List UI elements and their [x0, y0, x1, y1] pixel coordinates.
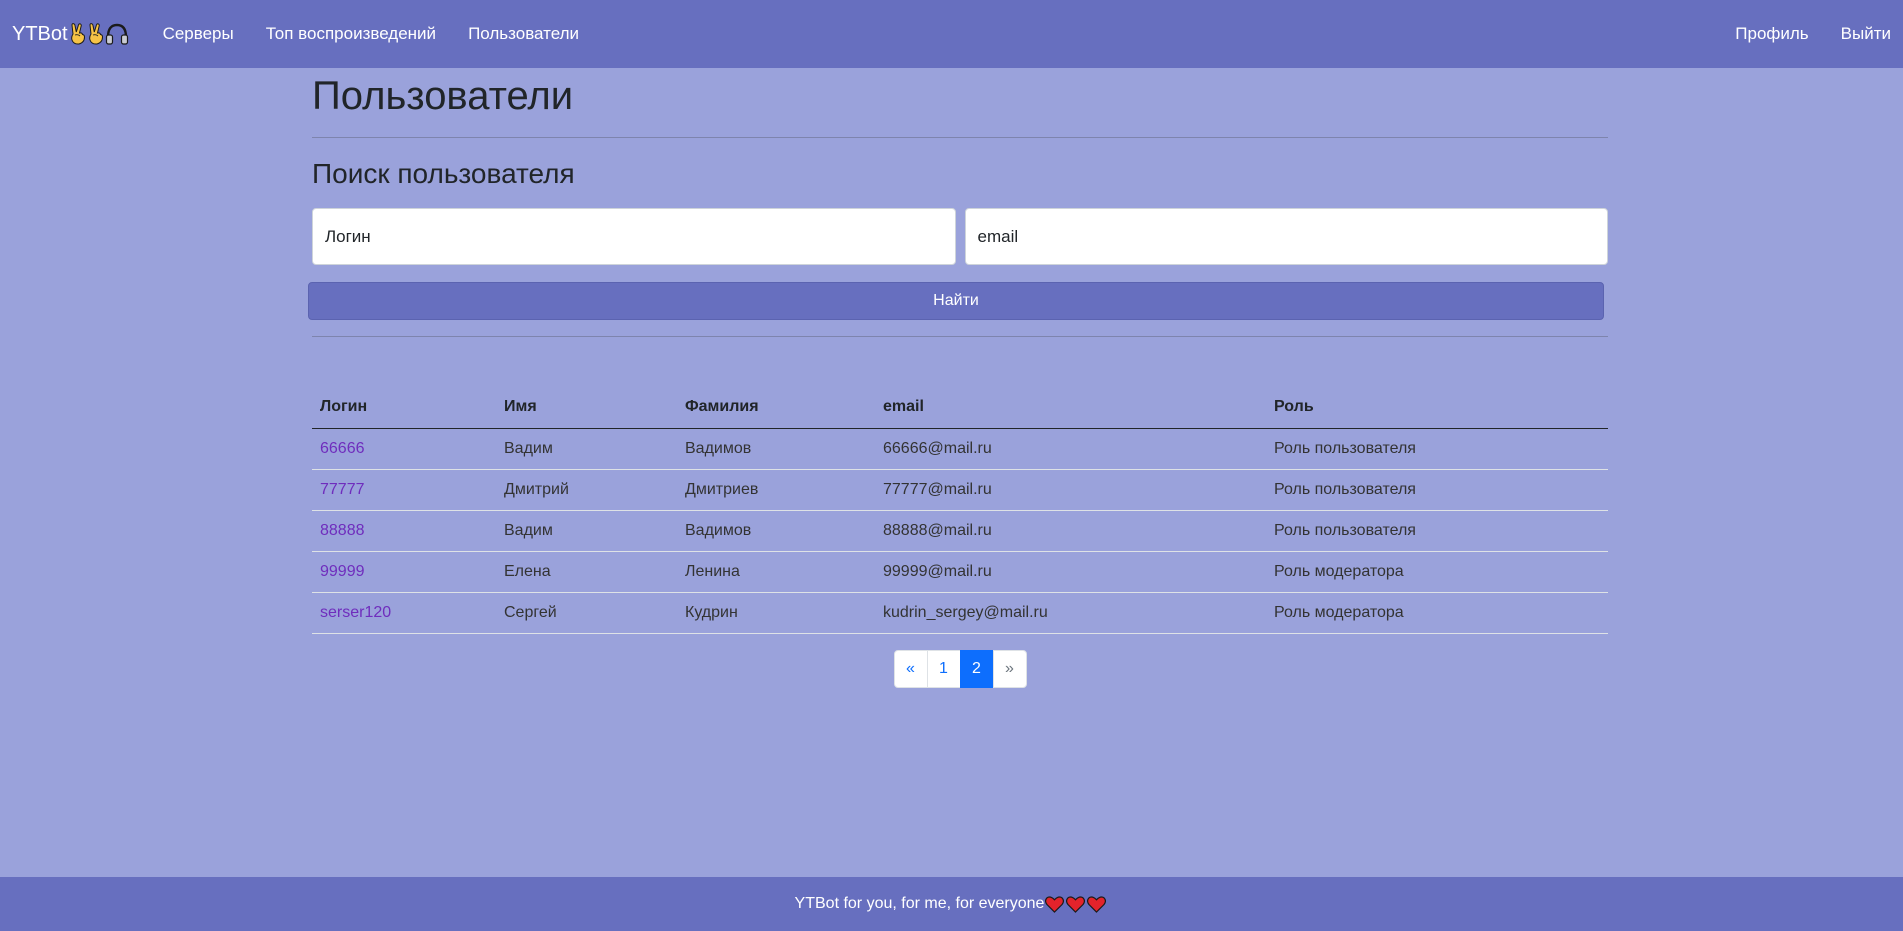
user-login-link[interactable]: 88888 [320, 522, 365, 539]
page-title: Пользователи [312, 73, 574, 118]
pagination-next[interactable]: » [992, 649, 1027, 688]
user-login-link[interactable]: 77777 [320, 481, 365, 498]
table-row: serser120 Сергей Кудрин kudrin_sergey@ma… [312, 592, 1608, 634]
heart-icon [1045, 895, 1065, 913]
cell-role: Роль модератора [1266, 592, 1608, 634]
cell-role: Роль пользователя [1266, 510, 1608, 552]
nav-top-plays[interactable]: Топ воспроизведений [266, 24, 436, 44]
cell-role: Роль пользователя [1266, 428, 1608, 470]
cell-last-name: Вадимов [677, 428, 875, 470]
pagination-page-2[interactable]: 2 [959, 649, 994, 688]
cell-email: 99999@mail.ru [875, 551, 1266, 593]
cell-role: Роль пользователя [1266, 469, 1608, 511]
brand-icons [69, 23, 129, 45]
footer: YTBot for you, for me, for everyone [0, 877, 1903, 931]
user-login-link[interactable]: serser120 [320, 604, 391, 621]
cell-first-name: Елена [496, 551, 677, 593]
cell-login: 88888 [312, 510, 496, 552]
brand-link[interactable]: YTBot [12, 23, 129, 46]
table-header-row: Логин Имя Фамилия email Роль [312, 386, 1608, 429]
nav-right: Профиль Выйти [1703, 24, 1891, 44]
cell-role: Роль модератора [1266, 551, 1608, 593]
cell-first-name: Сергей [496, 592, 677, 634]
brand-name: YTBot [12, 22, 68, 45]
search-form [312, 208, 1608, 265]
header-email: email [875, 386, 1266, 429]
cell-login: 77777 [312, 469, 496, 511]
footer-text: YTBot for you, for me, for everyone [794, 895, 1045, 912]
navbar: YTBot Серверы Топ воспроизведений Пользо… [0, 0, 1903, 68]
cell-last-name: Ленина [677, 551, 875, 593]
pagination-page-1[interactable]: 1 [926, 649, 961, 688]
nav-users[interactable]: Пользователи [468, 24, 579, 44]
cell-email: 88888@mail.ru [875, 510, 1266, 552]
header-last-name: Фамилия [677, 386, 875, 429]
nav-profile[interactable]: Профиль [1735, 24, 1808, 44]
headphones-icon [105, 23, 128, 45]
header-first-name: Имя [496, 386, 677, 429]
cell-last-name: Вадимов [677, 510, 875, 552]
cell-login: 66666 [312, 428, 496, 470]
heart-icon [1087, 895, 1107, 913]
user-login-link[interactable]: 66666 [320, 440, 365, 457]
victory-hand-icon [70, 23, 85, 45]
pagination-prev[interactable]: « [893, 649, 928, 688]
victory-hand-icon [88, 23, 103, 45]
cell-first-name: Вадим [496, 510, 677, 552]
user-login-link[interactable]: 99999 [320, 563, 365, 580]
footer-hearts [1045, 895, 1108, 913]
pagination: « 1 2 » [312, 649, 1608, 688]
cell-login: serser120 [312, 592, 496, 634]
cell-last-name: Кудрин [677, 592, 875, 634]
table-row: 66666 Вадим Вадимов 66666@mail.ru Роль п… [312, 428, 1608, 470]
find-button[interactable]: Найти [308, 282, 1604, 320]
table-row: 88888 Вадим Вадимов 88888@mail.ru Роль п… [312, 510, 1608, 552]
search-title: Поиск пользователя [312, 158, 575, 189]
divider [312, 336, 1608, 337]
nav-servers[interactable]: Серверы [163, 24, 234, 44]
cell-first-name: Дмитрий [496, 469, 677, 511]
divider [312, 137, 1608, 138]
nav-logout[interactable]: Выйти [1841, 24, 1891, 44]
header-login: Логин [312, 386, 496, 429]
table-row: 99999 Елена Ленина 99999@mail.ru Роль мо… [312, 551, 1608, 593]
cell-first-name: Вадим [496, 428, 677, 470]
cell-email: 66666@mail.ru [875, 428, 1266, 470]
cell-email: kudrin_sergey@mail.ru [875, 592, 1266, 634]
cell-last-name: Дмитриев [677, 469, 875, 511]
main-content: Пользователи Поиск пользователя Найти Ло… [308, 68, 1608, 688]
users-table: Логин Имя Фамилия email Роль 66666 Вадим… [312, 386, 1608, 634]
header-role: Роль [1266, 386, 1608, 429]
table-row: 77777 Дмитрий Дмитриев 77777@mail.ru Рол… [312, 469, 1608, 511]
email-search-input[interactable] [964, 208, 1608, 265]
cell-login: 99999 [312, 551, 496, 593]
login-search-input[interactable] [312, 208, 956, 265]
cell-email: 77777@mail.ru [875, 469, 1266, 511]
heart-icon [1066, 895, 1086, 913]
